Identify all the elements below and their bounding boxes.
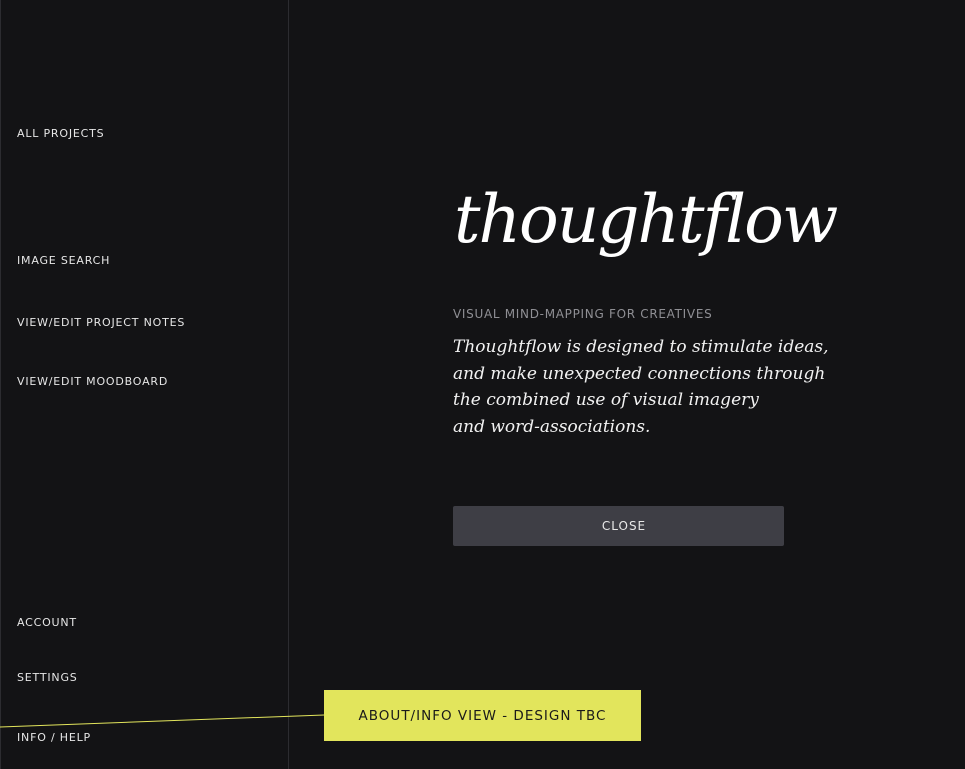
description-line: the combined use of visual imagery <box>453 390 759 410</box>
sidebar-item-settings[interactable]: SETTINGS <box>17 671 78 684</box>
sidebar: ALL PROJECTS IMAGE SEARCH VIEW/EDIT PROJ… <box>0 0 289 769</box>
annotation-label: ABOUT/INFO VIEW - DESIGN TBC <box>324 690 641 741</box>
tagline: VISUAL MIND-MAPPING FOR CREATIVES <box>453 307 713 321</box>
description-line: and make unexpected connections through <box>453 363 826 384</box>
app-logo: thoughtflow <box>454 181 838 258</box>
sidebar-item-account[interactable]: ACCOUNT <box>17 616 77 629</box>
sidebar-item-info-help[interactable]: INFO / HELP <box>17 731 91 744</box>
description-line: Thoughtflow is designed to stimulate ide… <box>453 337 829 357</box>
about-panel: thoughtflow VISUAL MIND-MAPPING FOR CREA… <box>290 0 965 769</box>
sidebar-item-image-search[interactable]: IMAGE SEARCH <box>17 254 110 267</box>
sidebar-item-all-projects[interactable]: ALL PROJECTS <box>17 127 104 140</box>
sidebar-item-moodboard[interactable]: VIEW/EDIT MOODBOARD <box>17 375 168 388</box>
app-description: Thoughtflow is designed to stimulate ide… <box>453 334 829 440</box>
sidebar-item-project-notes[interactable]: VIEW/EDIT PROJECT NOTES <box>17 316 185 329</box>
close-button[interactable]: CLOSE <box>453 506 784 546</box>
description-line: and word-associations. <box>453 416 651 437</box>
